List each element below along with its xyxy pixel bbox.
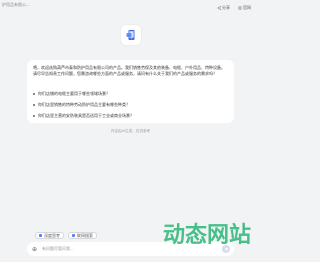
question-text: 你们店铺的电缆主要用于哪些领域场景？	[38, 91, 110, 96]
share-icon	[217, 6, 221, 10]
send-button[interactable]	[222, 245, 230, 253]
send-arrow-icon	[224, 247, 228, 251]
header-actions: 分享 官网	[217, 5, 251, 11]
suggested-question[interactable]: 你们店铺的电缆主要用于哪些领域场景？	[33, 91, 110, 97]
input-tags: 深度思考 联网搜索	[35, 232, 97, 239]
deep-think-icon	[39, 234, 42, 237]
add-attachment-icon[interactable]: ⊕	[31, 246, 38, 253]
ai-generated-note: 内容由AI生成，仅供参考	[110, 129, 151, 133]
assistant-logo	[121, 25, 141, 45]
chat-input-bar: ⊕ 有问题尽管问我...	[27, 242, 234, 256]
question-text: 你们店里销售的特种劳动防护用品主要有哪些种类？	[38, 102, 130, 107]
chat-input[interactable]: 有问题尽管问我...	[42, 246, 222, 252]
share-button[interactable]: 分享	[217, 5, 230, 11]
top-bar: 护用品有限公... 分享 官网	[0, 0, 261, 12]
deep-think-label: 深度思考	[44, 232, 60, 238]
suggested-question[interactable]: 你们店里销售的特种劳动防护用品主要有哪些种类？	[33, 102, 130, 108]
window-title: 护用品有限公...	[2, 2, 30, 7]
website-label: 官网	[243, 5, 251, 10]
intro-message: 喂，欢迎选购葫芦市泰和防护用品有限公司的产品。我们销售劳保及其他装备、电缆、户外…	[33, 65, 225, 77]
question-text: 你们店里主营的安防装具是否适用于工业或商业场景？	[38, 113, 134, 118]
deep-think-tag[interactable]: 深度思考	[35, 232, 64, 239]
bullet-icon	[33, 115, 35, 117]
share-label: 分享	[222, 5, 230, 10]
web-search-label: 联网搜索	[77, 232, 93, 238]
globe-icon	[238, 6, 242, 10]
bullet-icon	[33, 104, 35, 106]
web-search-tag[interactable]: 联网搜索	[68, 232, 97, 239]
website-button[interactable]: 官网	[238, 5, 251, 11]
web-search-icon	[72, 234, 75, 237]
suggested-question[interactable]: 你们店里主营的安防装具是否适用于工业或商业场景？	[33, 113, 134, 119]
bullet-icon	[33, 93, 35, 95]
phone-chat-icon	[126, 30, 135, 40]
greeting-card: 喂，欢迎选购葫芦市泰和防护用品有限公司的产品。我们销售劳保及其他装备、电缆、户外…	[27, 60, 234, 123]
